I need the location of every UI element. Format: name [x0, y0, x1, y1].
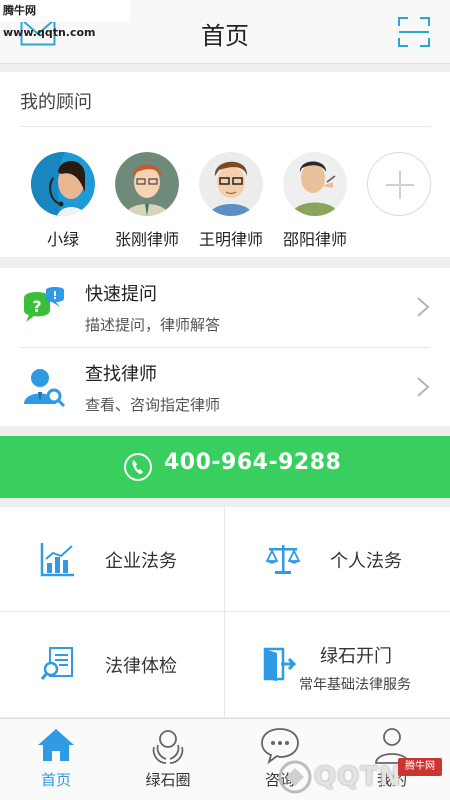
advisor-name: 小绿: [46, 230, 79, 249]
watermark-bottom: QQTN 腾牛网: [270, 752, 450, 800]
open-door-cell[interactable]: 绿石开门 常年基础法律服务: [225, 612, 449, 716]
svg-text:?: ?: [32, 297, 41, 316]
hotline-button[interactable]: 400-964-9288: [0, 436, 450, 498]
legal-checkup-cell[interactable]: 法律体检: [0, 612, 224, 716]
home-icon: [38, 729, 74, 761]
circle-hands-icon: [152, 730, 184, 764]
lawyer-search-icon: [24, 369, 66, 408]
enterprise-legal-cell[interactable]: 企业法务: [0, 507, 224, 611]
advisor-card: 我的顾问 小绿 张刚律师 王明律师 邵阳律师: [0, 72, 450, 257]
tab-circle[interactable]: 绿石圈: [112, 719, 224, 800]
service-grid: 企业法务 个人法务 法律体检 绿石开门 常年基础法律服务: [0, 507, 450, 717]
menu-title: 查找律师: [85, 364, 157, 385]
advisor-item[interactable]: 张刚律师: [102, 152, 192, 250]
grid-label: 个人法务: [330, 551, 402, 572]
advisor-item[interactable]: 小绿: [18, 152, 108, 250]
advisor-avatar: [115, 152, 179, 216]
watermark-text: QQTN: [314, 762, 402, 792]
grid-subtitle: 常年基础法律服务: [299, 677, 411, 693]
phone-icon: [124, 453, 152, 481]
tab-label: 绿石圈: [145, 771, 191, 789]
find-lawyer-row[interactable]: 查找律师 查看、咨询指定律师: [0, 348, 450, 427]
watermark-top: 腾牛网 www.qqtn.com: [0, 0, 130, 39]
advisor-avatar: [283, 152, 347, 216]
watermark-logo-icon: [278, 760, 312, 794]
hotline-number: 400-964-9288: [164, 450, 342, 475]
scales-icon: [265, 545, 301, 574]
watermark-badge: 腾牛网: [398, 758, 442, 776]
menu-card: ? ! 快速提问 描述提问，律师解答 查找律师 查看、咨询指定律师: [0, 268, 450, 426]
quick-question-row[interactable]: ? ! 快速提问 描述提问，律师解答: [0, 268, 450, 347]
grid-label: 企业法务: [105, 551, 177, 572]
personal-legal-cell[interactable]: 个人法务: [225, 507, 449, 611]
menu-subtitle: 描述提问，律师解答: [85, 316, 221, 334]
tab-label: 首页: [40, 771, 71, 789]
add-advisor-button[interactable]: [367, 152, 431, 216]
grid-label: 绿石开门: [320, 646, 392, 667]
advisor-item[interactable]: 邵阳律师: [270, 152, 360, 250]
grid-label: 法律体检: [105, 656, 177, 677]
advisor-item[interactable]: 王明律师: [186, 152, 276, 250]
svg-text:!: !: [52, 289, 57, 302]
door-icon: [263, 647, 297, 681]
menu-title: 快速提问: [85, 284, 157, 305]
advisor-name: 王明律师: [198, 230, 263, 249]
tab-home[interactable]: 首页: [0, 719, 112, 800]
bar-chart-icon: [40, 543, 74, 577]
divider: [20, 126, 430, 127]
chevron-right-icon: [417, 297, 430, 317]
chat-question-icon: ? !: [24, 287, 64, 322]
menu-subtitle: 查看、咨询指定律师: [85, 396, 221, 414]
scan-icon[interactable]: [398, 17, 430, 47]
document-search-icon: [40, 647, 73, 680]
advisor-section-label: 我的顾问: [20, 92, 92, 113]
advisor-avatar: [31, 152, 95, 216]
advisor-name: 张刚律师: [114, 230, 179, 249]
advisor-name: 邵阳律师: [282, 230, 347, 249]
advisor-avatar: [199, 152, 263, 216]
chevron-right-icon: [417, 377, 430, 397]
